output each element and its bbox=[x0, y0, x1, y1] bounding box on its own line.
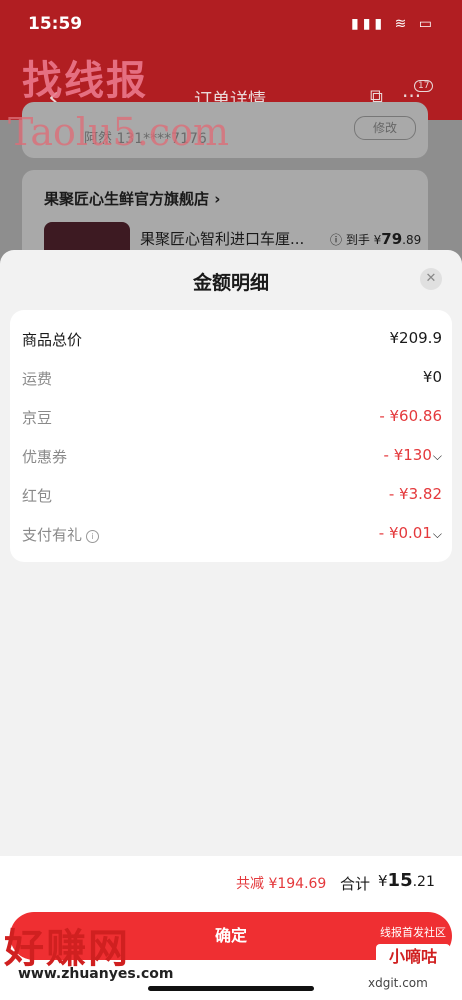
total-label: 合计 bbox=[340, 875, 371, 893]
total-reduction: 共减 ¥194.69 bbox=[236, 876, 327, 892]
row-coupon[interactable]: 优惠券 - ¥130⌵ bbox=[22, 446, 442, 472]
row-jd-beans: 京豆 - ¥60.86 bbox=[22, 407, 442, 433]
row-label: 运费 bbox=[22, 370, 53, 388]
row-payment-gift[interactable]: 支付有礼 i - ¥0.01⌵ bbox=[22, 524, 442, 550]
row-value: - ¥60.86 bbox=[379, 407, 442, 425]
row-label-wrap: 支付有礼 i bbox=[22, 524, 100, 545]
row-value-wrap: - ¥130⌵ bbox=[384, 446, 442, 464]
watermark-right-box: 小嘀咕 bbox=[376, 944, 450, 970]
row-value: - ¥0.01 bbox=[378, 524, 432, 542]
row-label: 红包 bbox=[22, 487, 53, 505]
row-label: 京豆 bbox=[22, 409, 53, 427]
row-value: ¥0 bbox=[422, 368, 442, 386]
product-name: 果聚匠心智利进口车厘... bbox=[140, 230, 305, 248]
total-currency: ¥ bbox=[378, 872, 388, 890]
modify-address-button[interactable]: 修改 bbox=[354, 116, 416, 140]
chevron-down-icon[interactable]: ⌵ bbox=[433, 527, 442, 541]
row-label: 支付有礼 bbox=[22, 526, 83, 544]
watermark-bottom-domain: www.zhuanyes.com bbox=[18, 966, 174, 982]
product-price-int: 79 bbox=[381, 230, 403, 248]
total-value: ¥15.21 bbox=[378, 870, 435, 891]
watermark-right-domain: xdgit.com bbox=[368, 976, 428, 990]
row-value-wrap: - ¥0.01⌵ bbox=[379, 524, 442, 542]
row-label: 商品总价 bbox=[22, 331, 83, 349]
row-label: 优惠券 bbox=[22, 448, 68, 466]
home-indicator bbox=[148, 986, 314, 991]
status-time: 15:59 bbox=[28, 14, 83, 34]
close-icon[interactable]: ✕ bbox=[420, 268, 442, 290]
product-price: ⓘ 到手 ¥79.89 bbox=[330, 230, 421, 248]
total-dec: .21 bbox=[412, 874, 435, 890]
watermark-top-text: 找线报 bbox=[22, 58, 148, 104]
watermark-top-domain: Taolu5.com bbox=[8, 110, 230, 154]
info-icon[interactable]: i bbox=[86, 530, 100, 543]
row-red-packet: 红包 - ¥3.82 bbox=[22, 485, 442, 511]
sheet-title: 金额明细 bbox=[192, 272, 269, 294]
product-price-prefix: ⓘ 到手 ¥ bbox=[330, 233, 382, 247]
notification-badge: 17 bbox=[414, 80, 434, 92]
row-value: ¥209.9 bbox=[389, 329, 443, 347]
product-price-dec: .89 bbox=[402, 233, 422, 247]
status-icons: ▮▮▮ ≋ ▭ bbox=[351, 16, 436, 32]
watermark-right-small: 线报首发社区 bbox=[380, 926, 446, 939]
total-int: 15 bbox=[387, 870, 413, 891]
chevron-down-icon[interactable]: ⌵ bbox=[433, 449, 442, 463]
row-goods-total: 商品总价 ¥209.9 bbox=[22, 329, 442, 355]
row-value: - ¥130 bbox=[383, 446, 432, 464]
row-shipping: 运费 ¥0 bbox=[22, 368, 442, 394]
shop-name[interactable]: 果聚匠心生鲜官方旗舰店 › bbox=[44, 188, 220, 209]
row-value: - ¥3.82 bbox=[388, 485, 442, 503]
